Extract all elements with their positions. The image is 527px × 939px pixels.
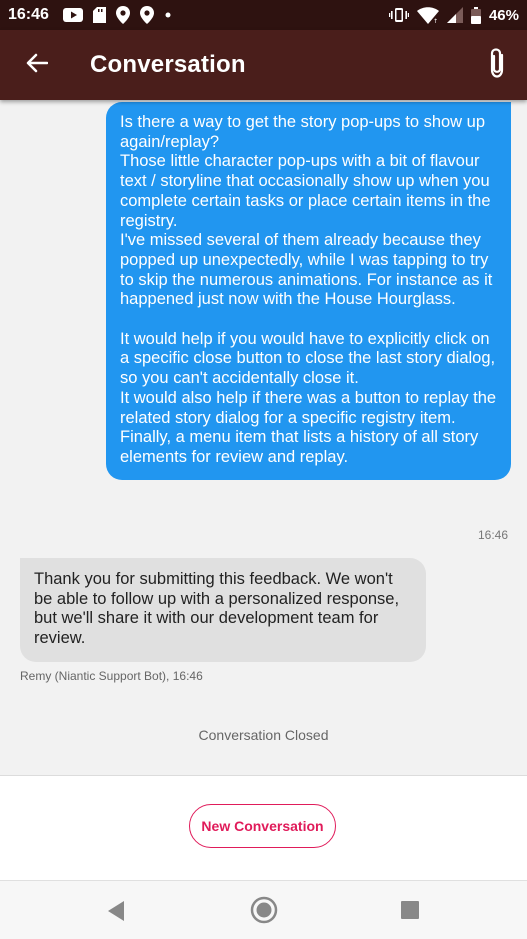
conversation-status: Conversation Closed [198,727,329,743]
nav-recent-apps-icon[interactable] [400,900,420,920]
navigation-bar [0,880,527,939]
sender-info: Remy (Niantic Support Bot), 16:46 [20,669,203,683]
arrow-left-icon [26,53,49,78]
back-button[interactable] [22,50,52,80]
nav-home-icon[interactable] [250,896,278,924]
nav-back-icon[interactable] [106,900,126,922]
app-bar: Conversation [0,30,527,100]
notification-icons [62,6,172,24]
new-conversation-button[interactable]: New Conversation [189,804,336,848]
signal-icon [446,7,463,23]
dot-icon [164,11,172,19]
page-title: Conversation [90,51,246,78]
paperclip-icon [487,47,507,84]
svg-text:↑↓: ↑↓ [433,18,439,24]
sd-card-icon [92,7,106,23]
vibrate-icon [388,7,409,23]
action-area: New Conversation [0,775,527,881]
location-pin-icon [139,6,154,24]
battery-icon [470,6,481,24]
outgoing-message-bubble: Is there a way to get the story pop-ups … [106,102,511,480]
message-timestamp: 16:46 [477,528,508,542]
incoming-message-bubble: Thank you for submitting this feedback. … [20,558,426,662]
status-time: 16:46 [8,6,49,23]
battery-percentage: 46% [488,6,519,24]
attach-button[interactable] [485,47,509,84]
status-bar: 16:46 ↑↓ 46% [0,0,527,30]
wifi-icon: ↑↓ [416,6,439,24]
youtube-icon [62,8,83,22]
system-icons: ↑↓ 46% [388,6,519,24]
location-pin-icon [115,6,130,24]
